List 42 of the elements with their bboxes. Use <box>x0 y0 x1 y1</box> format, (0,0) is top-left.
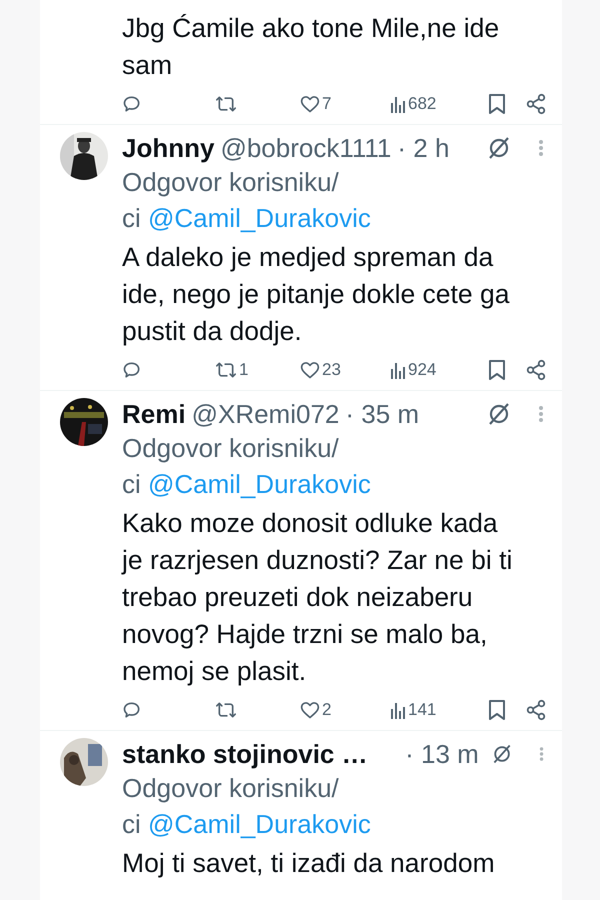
post-text: Moj ti savet, ti izađi da narodom <box>122 847 496 880</box>
slashed-circle-icon[interactable] <box>486 135 512 161</box>
views-icon[interactable] <box>390 701 406 719</box>
reply-context: Odgovor korisniku/ci @Camil_Durakovic <box>122 432 372 501</box>
author-handle[interactable]: @XRemi072 <box>192 398 340 430</box>
like-count: 2 <box>322 700 332 720</box>
heart-icon[interactable] <box>300 700 320 720</box>
bookmark-icon[interactable] <box>488 93 506 115</box>
post-time: · 13 m <box>405 738 479 770</box>
author-handle[interactable]: @bobrock1111 <box>220 132 392 164</box>
bookmark-icon[interactable] <box>488 359 506 381</box>
heart-icon[interactable] <box>300 94 320 114</box>
views-icon[interactable] <box>390 361 406 379</box>
post-text: Kako moze donosit odluke kada je razrjesen duznosti? Zar ne bi ti trebao preuzeti dok neizaberu novog? Hajde trzni se malo ba, nemoj se plasit. <box>122 507 514 688</box>
share-icon[interactable] <box>525 359 547 381</box>
view-count: 682 <box>408 94 436 114</box>
like-count: 23 <box>322 360 341 380</box>
reply-icon[interactable] <box>122 94 142 114</box>
reply-icon[interactable] <box>122 700 142 720</box>
author-name[interactable]: Remi <box>122 398 186 430</box>
reply-context: Odgovor korisniku/ci @Camil_Durakovic <box>122 772 372 841</box>
share-icon[interactable] <box>525 699 547 721</box>
view-count: 924 <box>408 360 436 380</box>
share-icon[interactable] <box>525 93 547 115</box>
retweet-icon[interactable] <box>215 360 237 380</box>
heart-icon[interactable] <box>300 360 320 380</box>
post-text: Jbg Ćamile ako tone Mile,ne ide sam <box>122 12 500 82</box>
retweet-icon[interactable] <box>215 94 237 114</box>
post-text: A daleko je medjed spreman da ide, nego je pitanje dokle cete ga pustit da dodje. <box>122 241 510 348</box>
retweet-count: 1 <box>239 360 248 380</box>
author-name[interactable]: stanko stojinovic … <box>122 738 368 770</box>
bookmark-icon[interactable] <box>488 699 506 721</box>
post-time: · 35 m <box>345 398 420 430</box>
view-count: 141 <box>408 700 436 720</box>
slashed-circle-icon[interactable] <box>486 401 512 427</box>
reply-icon[interactable] <box>122 360 142 380</box>
reply-context: Odgovor korisniku/ci @Camil_Durakovic <box>122 166 372 235</box>
views-icon[interactable] <box>390 95 406 113</box>
retweet-icon[interactable] <box>215 700 237 720</box>
post-time: · 2 h <box>397 132 450 164</box>
like-count: 7 <box>322 94 332 114</box>
author-name[interactable]: Johnny <box>122 132 214 164</box>
